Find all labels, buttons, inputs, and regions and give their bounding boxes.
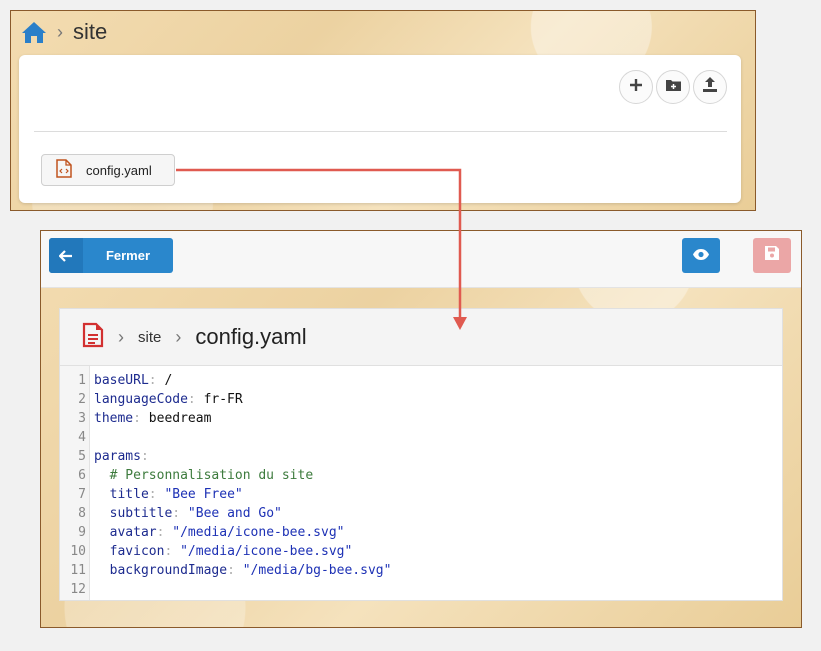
line-number: 3 [78, 411, 86, 426]
yaml-key: favicon [109, 544, 165, 559]
upload-button[interactable] [693, 70, 727, 104]
editor-toolbar: Fermer [41, 231, 801, 288]
code-editor[interactable]: 1 2 3 4 5 6 7 8 9 10 11 12 baseURL: / languageCode: … [60, 366, 782, 600]
code-line: backgroundImage: "/media/bg-bee.svg" [94, 561, 392, 580]
code-line: avatar: "/media/icone-bee.svg" [94, 523, 391, 542]
code-line: baseURL: / [94, 371, 391, 390]
code-line: favicon: "/media/icone-bee.svg" [94, 542, 391, 561]
code-line: subtitle: "Bee and Go" [94, 504, 391, 523]
yaml-value: / [156, 373, 173, 388]
yaml-colon: : [187, 392, 196, 407]
line-number: 12 [70, 582, 86, 597]
document-card: › site › config.yaml 1 2 3 4 5 6 7 8 9 10 11 12 bas… [59, 308, 783, 601]
breadcrumb-current: site [73, 19, 108, 44]
breadcrumb-folder[interactable]: site [138, 329, 161, 346]
yaml-string: "Bee and Go" [180, 506, 282, 521]
chevron-right-icon: › [175, 326, 182, 347]
yaml-string: "/media/icone-bee.svg" [172, 544, 353, 559]
chevron-right-icon: › [57, 21, 63, 42]
yaml-key: params [94, 449, 141, 464]
line-number: 9 [78, 525, 86, 540]
yaml-key: theme [94, 411, 134, 426]
file-browser-panel: › site config.yaml [10, 10, 756, 211]
yaml-value: fr-FR [195, 392, 243, 407]
yaml-string: "/media/icone-bee.svg" [164, 525, 345, 540]
code-line: languageCode: fr-FR [94, 390, 391, 409]
breadcrumb: › site [21, 17, 107, 47]
editor-panel: Fermer › site › config.yaml 1 2 3 4 5 6 … [40, 230, 802, 628]
line-number: 7 [78, 487, 86, 502]
yaml-colon: : [133, 411, 141, 426]
arrow-left-icon [49, 238, 83, 273]
code-line: # Personnalisation du site [94, 466, 391, 485]
breadcrumb-file: config.yaml [195, 324, 307, 349]
yaml-colon: : [172, 506, 181, 521]
folder-plus-icon [665, 78, 681, 96]
plus-icon [629, 78, 643, 97]
code-line: params: [94, 447, 391, 466]
new-file-button[interactable] [619, 70, 653, 104]
document-breadcrumb: › site › config.yaml [60, 309, 782, 366]
close-button[interactable]: Fermer [49, 238, 173, 273]
line-number: 4 [78, 430, 86, 445]
yaml-key: baseURL [94, 373, 149, 388]
line-number: 8 [78, 506, 86, 521]
yaml-key: languageCode [94, 392, 188, 407]
yaml-colon: : [140, 449, 149, 464]
yaml-colon: : [227, 563, 235, 578]
yaml-key: title [109, 487, 149, 502]
file-name: config.yaml [86, 162, 152, 178]
line-number: 5 [78, 449, 86, 464]
code-line: theme: beedream [94, 409, 391, 428]
yaml-colon: : [148, 487, 157, 502]
yaml-key: backgroundImage [109, 563, 228, 578]
home-icon[interactable] [21, 20, 47, 44]
divider [34, 131, 727, 132]
file-actions [619, 70, 727, 104]
line-number: 1 [78, 373, 86, 388]
file-item-config[interactable]: config.yaml [41, 154, 175, 186]
document-icon [82, 322, 104, 353]
line-number: 2 [78, 392, 86, 407]
line-number: 6 [78, 468, 86, 483]
code-file-icon [56, 159, 72, 181]
code-comment: # Personnalisation du site [94, 468, 314, 483]
file-list-card: config.yaml [19, 55, 741, 203]
yaml-key: avatar [109, 525, 157, 540]
yaml-string: "/media/bg-bee.svg" [234, 563, 392, 578]
save-icon [765, 246, 779, 265]
yaml-string: "Bee Free" [156, 487, 243, 502]
eye-icon [693, 247, 709, 265]
save-button[interactable] [753, 238, 791, 273]
line-number-gutter: 1 2 3 4 5 6 7 8 9 10 11 12 [60, 366, 90, 600]
chevron-right-icon: › [118, 326, 124, 347]
yaml-key: subtitle [109, 506, 173, 521]
preview-button[interactable] [682, 238, 720, 273]
line-number: 11 [70, 563, 86, 578]
yaml-colon: : [148, 373, 157, 388]
new-folder-button[interactable] [656, 70, 690, 104]
upload-icon [703, 77, 717, 97]
code-lines[interactable]: baseURL: / languageCode: fr-FR theme: beed… [90, 366, 391, 600]
line-number: 10 [70, 544, 86, 559]
yaml-value: beedream [140, 411, 212, 426]
close-label: Fermer [105, 248, 151, 263]
code-line: title: "Bee Free" [94, 485, 391, 504]
